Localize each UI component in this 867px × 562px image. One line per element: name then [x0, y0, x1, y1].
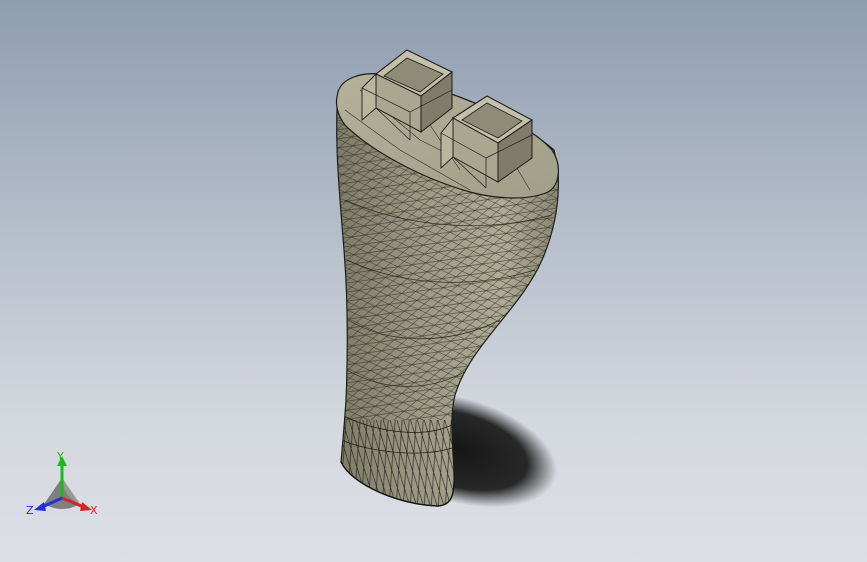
axis-z-label: Z [26, 504, 34, 517]
graphics-viewport[interactable]: Y X Z [0, 0, 867, 562]
view-orientation-triad[interactable]: Y X Z [22, 448, 106, 522]
model-view[interactable] [0, 0, 867, 562]
axis-y-label: Y [57, 450, 64, 463]
axis-x-label: X [90, 504, 98, 517]
